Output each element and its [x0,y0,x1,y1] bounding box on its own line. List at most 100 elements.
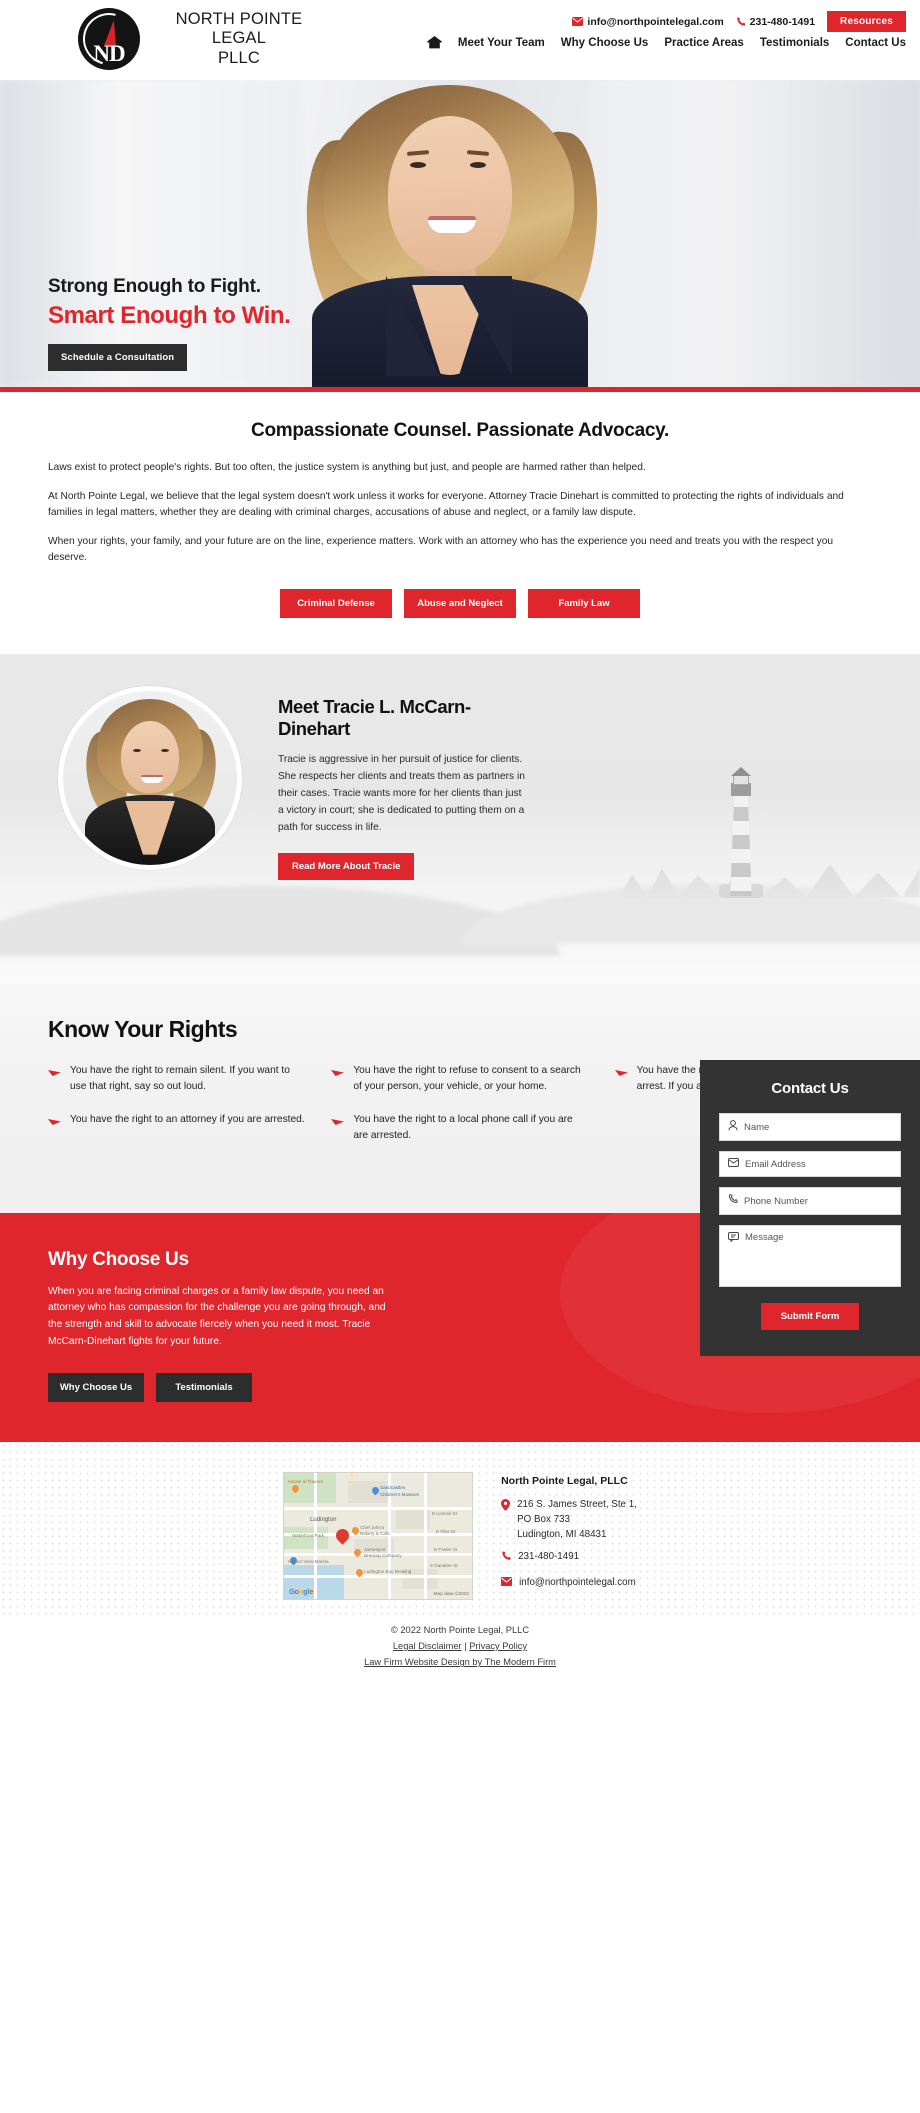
site-logo[interactable]: ND NORTH POINTE LEGAL PLLC [73,3,324,75]
compass-logo-icon: ND [73,3,145,75]
logo-name-line1: NORTH POINTE LEGAL [175,9,303,48]
email-field[interactable]: Email Address [719,1151,901,1177]
lighthouse-illustration [717,764,765,898]
hero-headline-line1: Strong Enough to Fight. [48,276,261,297]
footer-address-block: North Pointe Legal, PLLC 216 S. James St… [501,1472,637,1600]
map-label: Jamesport [364,1546,386,1552]
map-street-label: E Filer St [436,1528,455,1534]
name-field[interactable]: Name [719,1113,901,1141]
rights-list-item: You have the right to remain silent. If … [48,1063,305,1096]
logo-monogram: ND [93,41,125,66]
map-street-label: E Loomis St [432,1510,457,1516]
footer-address-line-1: 216 S. James Street, Ste 1, [517,1499,637,1511]
footer-email-text: info@northpointelegal.com [519,1577,636,1589]
map-street-label: E Foster St [434,1546,458,1552]
flag-bullet-icon [614,1067,628,1096]
map-label: Waterfront Park [292,1532,325,1538]
legal-disclaimer-link[interactable]: Legal Disclaimer [393,1641,462,1651]
map-attribution: Map data ©2022 [433,1591,470,1597]
footer-address-line-3: Ludington, MI 48431 [517,1528,607,1540]
email-field-placeholder: Email Address [745,1158,806,1170]
message-field[interactable]: Message [719,1225,901,1287]
footer-phone-row[interactable]: 231-480-1491 [501,1550,637,1568]
map-poi-marker [290,1483,301,1494]
rights-item-text: You have the right to refuse to consent … [353,1064,581,1093]
header-phone-text: 231-480-1491 [749,15,816,28]
google-logo: Google [289,1588,314,1596]
nav-item-why-choose-us[interactable]: Why Choose Us [561,37,649,49]
map-poi-marker [354,1567,365,1578]
header-phone-link[interactable]: 231-480-1491 [736,16,815,28]
location-pin-icon [501,1499,511,1517]
meet-attorney-section: Meet Tracie L. McCarn-Dinehart Tracie is… [0,653,920,984]
practice-button-family-law[interactable]: Family Law [528,588,640,618]
rights-column-2: You have the right to refuse to consent … [331,1063,588,1161]
map-poi-marker [352,1547,363,1558]
rights-item-text: You have the right to a local phone call… [353,1113,573,1142]
testimonials-button[interactable]: Testimonials [156,1372,252,1402]
hero-background-right [590,80,920,387]
practice-area-buttons: Criminal Defense Abuse and Neglect Famil… [48,588,872,618]
footer-email-row[interactable]: info@northpointelegal.com [501,1576,637,1592]
attorney-avatar [58,685,242,870]
nav-item-testimonials[interactable]: Testimonials [760,37,829,49]
flag-bullet-icon [48,1067,61,1096]
envelope-icon [501,1577,513,1592]
hero-banner: Strong Enough to Fight. Smart Enough to … [0,80,920,392]
location-map[interactable]: House of Flavors Sandcastles Children's … [283,1471,474,1600]
header-email-text: info@northpointelegal.com [587,15,724,28]
intro-paragraph-1: Laws exist to protect people's rights. B… [48,462,646,473]
practice-button-criminal-defense[interactable]: Criminal Defense [280,588,392,618]
office-location-pin [333,1525,352,1546]
footer-address-row: 216 S. James Street, Ste 1, PO Box 733 L… [501,1498,637,1542]
map-label: Ludington [310,1516,337,1523]
schedule-consultation-button[interactable]: Schedule a Consultation [48,344,188,371]
map-street-label: E Danaher St [430,1562,458,1568]
phone-icon [736,16,746,27]
rights-list-item: You have the right to a local phone call… [331,1112,588,1145]
flag-bullet-icon [331,1067,345,1096]
rights-item-text: You have the right to an attorney if you… [70,1113,305,1125]
attorney-hero-photo [298,80,607,387]
nav-item-practice-areas[interactable]: Practice Areas [664,37,744,49]
hero-headline-line2: Smart Enough to Win. [48,302,291,329]
rights-list-item: You have the right to an attorney if you… [48,1112,305,1133]
user-icon [728,1120,738,1134]
phone-field[interactable]: Phone Number [719,1187,901,1215]
envelope-icon [728,1158,739,1170]
contact-form-heading: Contact Us [771,1080,849,1097]
footer-address-line-2: PO Box 733 [517,1513,570,1525]
map-poi-marker [350,1525,361,1536]
map-label: House of Flavors [288,1478,323,1484]
map-label: Children's Museum [380,1491,420,1497]
hero-copy: Strong Enough to Fight. Smart Enough to … [48,276,291,371]
logo-name-line2: PLLC [217,48,261,67]
intro-paragraph-2: At North Pointe Legal, we believe that t… [48,490,844,519]
nav-item-meet-your-team[interactable]: Meet Your Team [458,37,545,49]
logo-wordmark: NORTH POINTE LEGAL PLLC [154,10,324,68]
know-your-rights-heading: Know Your Rights [48,1015,238,1042]
submit-form-button[interactable]: Submit Form [761,1303,859,1330]
header-email-link[interactable]: info@northpointelegal.com [572,15,724,28]
flag-bullet-icon [48,1116,61,1133]
privacy-policy-link[interactable]: Privacy Policy [469,1641,527,1651]
chat-icon [728,1232,739,1245]
why-choose-us-button[interactable]: Why Choose Us [48,1372,144,1402]
practice-button-abuse-and-neglect[interactable]: Abuse and Neglect [404,588,516,618]
name-field-placeholder: Name [744,1121,770,1133]
map-poi-marker [370,1485,381,1496]
why-choose-us-buttons: Why Choose Us Testimonials [48,1372,872,1402]
nav-item-contact-us[interactable]: Contact Us [845,37,906,49]
intro-heading: Compassionate Counsel. Passionate Advoca… [251,420,669,441]
map-label: Sandcastles [380,1484,406,1490]
meet-attorney-heading: Meet Tracie L. McCarn-Dinehart [278,695,471,739]
read-more-about-tracie-button[interactable]: Read More About Tracie [278,852,415,880]
rights-column-1: You have the right to remain silent. If … [48,1063,305,1161]
site-header: ND NORTH POINTE LEGAL PLLC info@northpoi… [0,0,920,80]
envelope-icon [572,17,584,26]
flag-bullet-icon [331,1116,345,1145]
website-credit-link[interactable]: Law Firm Website Design by The Modern Fi… [364,1657,556,1667]
map-label: Harbor View Marina [288,1558,329,1564]
home-icon[interactable] [426,36,442,49]
resources-button[interactable]: Resources [827,11,906,32]
